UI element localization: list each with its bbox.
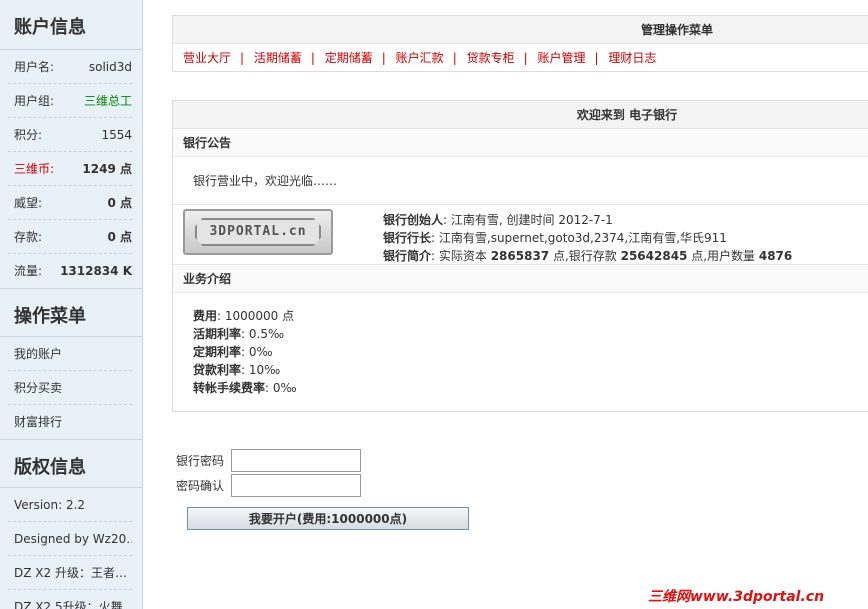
notice-text: 银行营业中，欢迎光临…… xyxy=(173,157,868,205)
copyright-section: 版权信息 Version: 2.2 Designed by Wz20… DZ X… xyxy=(0,440,142,609)
open-account-button[interactable]: 我要开户(费用:1000000点) xyxy=(187,507,469,530)
business-transfer-fee: 转帐手续费率: 0‰ xyxy=(193,381,297,395)
password-row: 银行密码 xyxy=(176,449,361,472)
confirm-password-input[interactable] xyxy=(231,474,361,497)
bank-logo: 3DPORTAL.cn xyxy=(183,209,333,255)
account-row-traffic: 流量: 1312834 K xyxy=(14,264,132,278)
operation-menu-section: 操作菜单 我的账户 积分买卖 财富排行 xyxy=(0,289,142,440)
nav-loan-counter[interactable]: 贷款专柜 xyxy=(467,51,515,65)
account-info-section: 账户信息 用户名: solid3d 用户组: 三维总工 积分: 1554 三维币: 12… xyxy=(0,0,142,289)
user-count-value: 4876 xyxy=(758,249,793,263)
management-nav: 营业大厅 | 活期储蓄 | 定期储蓄 | 账户汇款 | 贷款专柜 | 账户管理 | 理财日志 xyxy=(183,51,657,65)
password-label: 银行密码 xyxy=(176,454,225,468)
bank-info-lines: 银行创始人: 江南有雪, 创建时间 2012-7-1 银行行长: 江南有雪,su… xyxy=(383,211,792,265)
bank-welcome-title: 欢迎来到 电子银行 xyxy=(173,101,868,129)
business-loan-rate: 贷款利率: 10‰ xyxy=(193,363,281,377)
business-fee: 费用: 1000000 点 xyxy=(193,309,295,323)
copyright-dzx2: DZ X2 升级：王者… xyxy=(8,556,132,590)
founder-line: 银行创始人: 江南有雪, 创建时间 2012-7-1 xyxy=(383,213,613,227)
nav-fixed-savings[interactable]: 定期储蓄 xyxy=(325,51,373,65)
operation-menu-title: 操作菜单 xyxy=(0,289,142,337)
copyright-designer: Designed by Wz20… xyxy=(8,522,132,556)
site-watermark: 三维网www.3dportal.cn xyxy=(648,589,825,605)
copyright-version: Version: 2.2 xyxy=(8,488,132,522)
sidebar-item-my-account[interactable]: 我的账户 xyxy=(8,337,132,371)
business-fixed-rate: 定期利率: 0‰ xyxy=(193,345,273,359)
nav-account-management[interactable]: 账户管理 xyxy=(537,51,585,65)
password-input[interactable] xyxy=(231,449,361,472)
capital-value: 2865837 xyxy=(490,249,550,263)
sidebar: 账户信息 用户名: solid3d 用户组: 三维总工 积分: 1554 三维币: 12… xyxy=(0,0,143,609)
nav-business-hall[interactable]: 营业大厅 xyxy=(183,51,231,65)
account-row-usergroup: 用户组: 三维总工 xyxy=(8,84,132,118)
copyright-title: 版权信息 xyxy=(0,440,142,488)
intro-line: 银行简介: 实际资本 2865837 点,银行存款 25642845 点,用户数… xyxy=(383,249,793,263)
bank-info: 3DPORTAL.cn 银行创始人: 江南有雪, 创建时间 2012-7-1 银… xyxy=(173,205,868,265)
bank-logo-text: 3DPORTAL.cn xyxy=(209,224,307,239)
management-menu-panel: 管理操作菜单 营业大厅 | 活期储蓄 | 定期储蓄 | 账户汇款 | 贷款专柜 | 账户管… xyxy=(172,15,868,72)
account-row-username: 用户名: solid3d xyxy=(8,50,132,84)
account-row-points: 积分: 1554 xyxy=(8,118,132,152)
notice-title: 银行公告 xyxy=(173,129,868,157)
account-row-prestige: 威望: 0 点 xyxy=(8,186,132,220)
president-line: 银行行长: 江南有雪,supernet,goto3d,2374,江南有雪,华氏9… xyxy=(383,231,727,245)
sidebar-item-points-trade[interactable]: 积分买卖 xyxy=(8,371,132,405)
business-list: 费用: 1000000 点 活期利率: 0.5‰ 定期利率: 0‰ 贷款利率: … xyxy=(173,293,868,397)
copyright-dzx25: DZ X2.5升级：火舞… xyxy=(14,600,132,609)
business-title: 业务介绍 xyxy=(173,265,868,293)
account-row-coins: 三维币: 1249 点 xyxy=(8,152,132,186)
deposit-value: 25642845 xyxy=(620,249,688,263)
confirm-label: 密码确认 xyxy=(176,479,225,493)
bank-panel: 欢迎来到 电子银行 银行公告 银行营业中，欢迎光临…… 3DPORTAL.cn … xyxy=(172,100,868,412)
confirm-row: 密码确认 xyxy=(176,474,361,497)
account-info-title: 账户信息 xyxy=(0,0,142,50)
business-current-rate: 活期利率: 0.5‰ xyxy=(193,327,285,341)
nav-remittance[interactable]: 账户汇款 xyxy=(396,51,444,65)
sidebar-item-wealth-rank[interactable]: 财富排行 xyxy=(8,405,132,439)
nav-finance-log[interactable]: 理财日志 xyxy=(608,51,656,65)
nav-current-savings[interactable]: 活期储蓄 xyxy=(254,51,302,65)
management-menu-title: 管理操作菜单 xyxy=(173,16,868,44)
account-row-deposit: 存款: 0 点 xyxy=(8,220,132,254)
